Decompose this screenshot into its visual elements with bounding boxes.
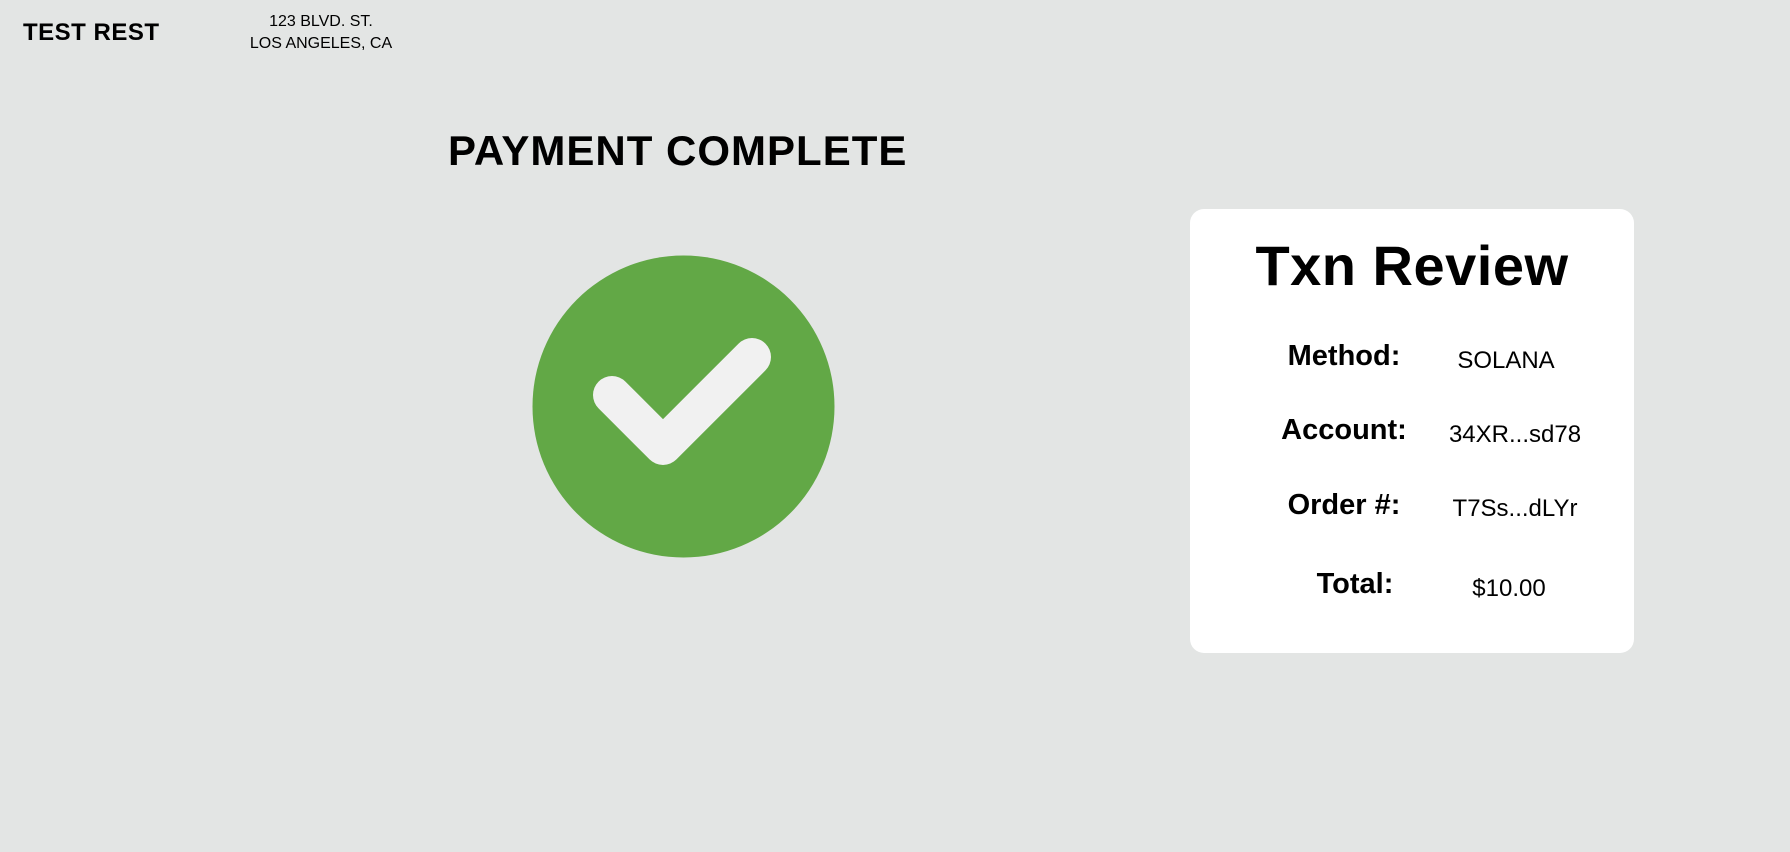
check-circle-icon — [532, 255, 835, 558]
txn-review-card: Txn Review Method: SOLANA Account: 34XR.… — [1190, 209, 1634, 653]
restaurant-name: TEST REST — [23, 19, 160, 46]
total-value: $10.00 — [1472, 575, 1546, 602]
account-label: Account: — [1281, 414, 1407, 446]
order-number-value: T7Ss...dLYr — [1452, 495, 1578, 522]
restaurant-address: 123 BLVD. ST. LOS ANGELES, CA — [248, 11, 394, 55]
order-number-label: Order #: — [1287, 489, 1401, 521]
txn-review-title: Txn Review — [1255, 234, 1569, 297]
address-line-2: LOS ANGELES, CA — [249, 35, 393, 52]
account-value: 34XR...sd78 — [1448, 421, 1582, 448]
payment-status-title: PAYMENT COMPLETE — [448, 127, 908, 174]
method-value: SOLANA — [1457, 347, 1555, 374]
address-line-1: 123 BLVD. ST. — [269, 13, 373, 30]
payment-complete-page: TEST REST 123 BLVD. ST. LOS ANGELES, CA … — [0, 0, 1790, 852]
